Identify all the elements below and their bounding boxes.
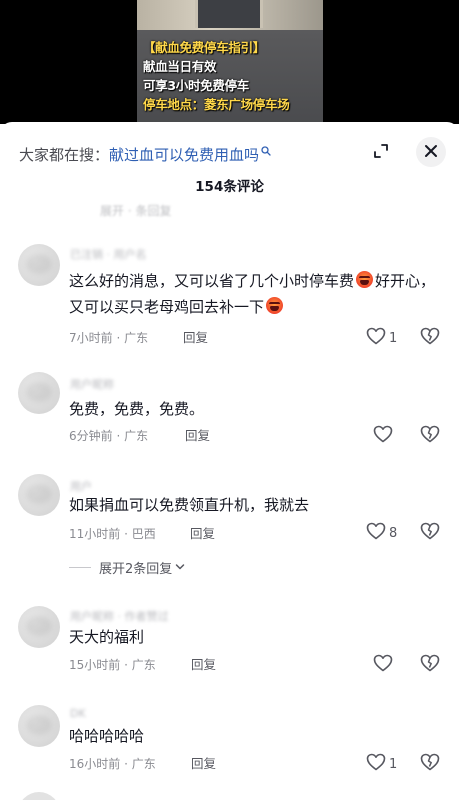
- search-suggestion-term[interactable]: 献过血可以免费用血吗: [109, 146, 259, 164]
- like-button[interactable]: 8: [366, 522, 397, 544]
- video-player[interactable]: 【献血免费停车指引】 献血当日有效 可享3小时免费停车 停车地点：菱东广场停车场: [0, 0, 459, 124]
- avatar[interactable]: [18, 244, 60, 286]
- comment-timestamp: 6分钟前 · 广东: [69, 429, 149, 443]
- comment-username[interactable]: 用户昵称: [70, 376, 114, 392]
- comment-text-part: 这么好的消息，又可以省了几个小时停车费: [69, 272, 355, 290]
- avatar[interactable]: [18, 792, 60, 800]
- angry-face-emoji-icon: [266, 297, 284, 314]
- comment-sheet: 大家都在搜：献过血可以免费用血吗 154条评论 展开 · 条回复 已注销 · 用…: [0, 122, 459, 800]
- comment-text-part: 哈哈哈哈哈: [69, 727, 145, 745]
- dislike-button[interactable]: [419, 327, 441, 349]
- dislike-button[interactable]: [419, 522, 441, 544]
- comment-timestamp: 7小时前 · 广东: [69, 331, 149, 345]
- broken-heart-icon: [420, 522, 440, 544]
- reply-button[interactable]: 回复: [191, 756, 216, 772]
- comment-timestamp: 16小时前 · 广东: [69, 757, 156, 771]
- heart-icon: [373, 425, 393, 447]
- expand-replies-label: 展开2条回复: [99, 562, 173, 577]
- search-suggestion-label: 大家都在搜：: [19, 146, 110, 164]
- comment-text: 免费，免费，免费。: [69, 396, 439, 422]
- search-icon[interactable]: [261, 140, 271, 156]
- like-count: 8: [389, 525, 398, 541]
- like-button[interactable]: 1: [366, 327, 397, 349]
- comment-username[interactable]: 用户昵称 · 作者赞过: [70, 608, 169, 624]
- heart-icon: [366, 522, 386, 544]
- video-caption: 【献血免费停车指引】 献血当日有效 可享3小时免费停车 停车地点：菱东广场停车场: [143, 38, 323, 114]
- search-suggestion[interactable]: 大家都在搜：献过血可以免费用血吗: [19, 140, 271, 164]
- reply-button[interactable]: 回复: [183, 330, 208, 346]
- comment-text: 如果捐血可以免费领直升机，我就去: [69, 492, 439, 518]
- heart-icon: [366, 753, 386, 775]
- caption-line-location: 停车地点：菱东广场停车场: [143, 97, 290, 112]
- avatar[interactable]: [18, 606, 60, 648]
- comment-username[interactable]: DK: [70, 707, 86, 720]
- reply-button[interactable]: 回复: [191, 657, 216, 673]
- close-button[interactable]: [416, 137, 446, 167]
- dislike-button[interactable]: [419, 425, 441, 447]
- expand-sheet-button[interactable]: [368, 140, 394, 166]
- heart-icon: [373, 654, 393, 676]
- partial-reply-row: 展开 · 条回复: [100, 204, 172, 218]
- dislike-button[interactable]: [419, 654, 441, 676]
- like-count: 1: [389, 330, 398, 346]
- avatar[interactable]: [18, 705, 60, 747]
- broken-heart-icon: [420, 327, 440, 349]
- comment-text: 哈哈哈哈哈: [69, 723, 439, 749]
- like-button[interactable]: 1: [366, 753, 397, 775]
- comment-timestamp: 15小时前 · 广东: [69, 658, 156, 672]
- like-count: 1: [389, 756, 398, 772]
- caption-line-valid: 献血当日有效: [143, 59, 217, 74]
- reply-button[interactable]: 回复: [185, 428, 210, 444]
- comment-text-part: 天大的福利: [69, 628, 145, 646]
- comment-count-title: 154条评论: [195, 179, 264, 195]
- comment-timestamp: 11小时前 · 巴西: [69, 527, 156, 541]
- comment-text: 这么好的消息，又可以省了几个小时停车费 好开心，又可以买只老母鸡回去补一下: [69, 268, 439, 320]
- like-button[interactable]: [373, 425, 396, 447]
- comment-text: 天大的福利: [69, 624, 439, 650]
- reply-button[interactable]: 回复: [190, 526, 215, 542]
- expand-replies-button[interactable]: 展开2条回复: [69, 558, 185, 577]
- caption-line-free-parking: 可享3小时免费停车: [143, 78, 249, 93]
- avatar[interactable]: [18, 372, 60, 414]
- angry-face-emoji-icon: [356, 271, 374, 288]
- broken-heart-icon: [420, 654, 440, 676]
- expand-icon: [372, 142, 390, 164]
- broken-heart-icon: [420, 753, 440, 775]
- dislike-button[interactable]: [419, 753, 441, 775]
- broken-heart-icon: [420, 425, 440, 447]
- close-icon: [424, 143, 438, 162]
- video-frame[interactable]: 【献血免费停车指引】 献血当日有效 可享3小时免费停车 停车地点：菱东广场停车场: [137, 0, 323, 124]
- video-background-door: [195, 0, 263, 28]
- avatar[interactable]: [18, 474, 60, 516]
- comment-text-part: 免费，免费，免费。: [69, 400, 205, 418]
- comment-username[interactable]: 已注销 · 用户名: [70, 246, 147, 262]
- chevron-down-icon: [175, 560, 185, 575]
- reply-thread-line: [69, 567, 91, 568]
- like-button[interactable]: [373, 654, 396, 676]
- comment-text-part: 如果捐血可以免费领直升机，我就去: [69, 496, 310, 514]
- heart-icon: [366, 327, 386, 349]
- caption-title: 【献血免费停车指引】: [143, 40, 266, 55]
